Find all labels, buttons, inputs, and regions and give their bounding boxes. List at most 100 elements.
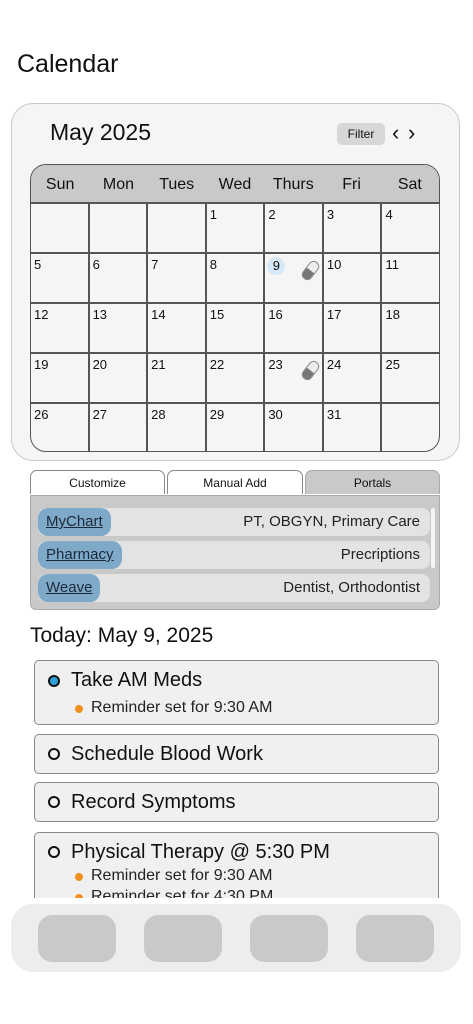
chevron-right-icon[interactable]: ›	[408, 120, 415, 146]
calendar-day-number: 26	[34, 407, 49, 422]
calendar-day-cell[interactable]: 11	[382, 254, 439, 302]
today-title: Today: May 9, 2025	[30, 624, 214, 647]
calendar-day-cell[interactable]: 4	[382, 204, 439, 252]
tab-portals[interactable]: Portals	[305, 470, 440, 494]
calendar-day-number: 8	[209, 257, 217, 272]
calendar-day-cell[interactable]: 23	[265, 354, 324, 402]
calendar-empty-cell	[382, 404, 439, 451]
calendar-day-cell[interactable]: 29	[207, 404, 266, 451]
portals-scrollbar[interactable]	[431, 508, 435, 568]
calendar-day-cell[interactable]: 10	[324, 254, 383, 302]
calendar-day-number: 28	[151, 407, 166, 422]
calendar-day-cell[interactable]: 19	[31, 354, 90, 402]
reminder-text: Reminder set for 9:30 AM	[74, 699, 273, 716]
calendar-day-number: 19	[34, 357, 49, 372]
nav-button-2[interactable]	[144, 915, 222, 962]
calendar-day-number: 1	[209, 207, 217, 222]
bottom-nav-bar	[11, 904, 461, 972]
nav-button-3[interactable]	[250, 915, 328, 962]
calendar-day-number: 24	[326, 357, 342, 372]
calendar-day-number: 21	[151, 357, 166, 372]
calendar-grid: Sun Mon Tues Wed Thurs Fri Sat 123456789…	[30, 164, 440, 452]
calendar-day-cell[interactable]: 21	[148, 354, 207, 402]
checkbox-icon[interactable]	[48, 748, 60, 760]
portal-row-weave: Weave Dentist, Orthodontist	[38, 574, 430, 602]
calendar-day-number: 13	[92, 307, 108, 322]
calendar-day-cell[interactable]: 16	[265, 304, 324, 352]
weekday-label: Wed	[218, 176, 252, 193]
calendar-day-number: 31	[326, 407, 342, 422]
calendar-day-number: 18	[385, 307, 400, 322]
calendar-day-cell[interactable]: 28	[148, 404, 207, 451]
calendar-empty-cell	[31, 204, 90, 252]
calendar-day-number: 25	[385, 357, 400, 372]
weekday-label: Fri	[342, 176, 361, 193]
calendar-day-number: 10	[326, 257, 342, 272]
pill-icon	[299, 358, 322, 383]
portal-link-mychart[interactable]: MyChart	[38, 508, 111, 536]
calendar-day-cell[interactable]: 25	[382, 354, 439, 402]
checkbox-icon[interactable]	[48, 846, 60, 858]
portal-link-weave[interactable]: Weave	[38, 574, 101, 602]
nav-button-1[interactable]	[38, 915, 116, 962]
calendar-day-cell[interactable]: 12	[31, 304, 90, 352]
nav-button-4[interactable]	[356, 915, 434, 962]
calendar-week-row: 19 20 21 22 23 24 25	[31, 354, 439, 404]
checkbox-icon[interactable]	[48, 675, 60, 687]
calendar-day-cell[interactable]: 26	[31, 404, 90, 451]
task-schedule-blood-work[interactable]: Schedule Blood Work	[34, 734, 439, 774]
calendar-day-cell[interactable]: 18	[382, 304, 439, 352]
calendar-week-row: 5 6 7 8 9 10 11	[31, 254, 439, 304]
calendar-day-number: 23	[268, 357, 283, 372]
weekday-label: Mon	[102, 176, 134, 193]
calendar-empty-cell	[90, 204, 149, 252]
calendar-day-number: 29	[209, 407, 225, 422]
calendar-day-cell[interactable]: 15	[207, 304, 266, 352]
calendar-day-cell[interactable]: 3	[324, 204, 383, 252]
task-take-am-meds[interactable]: Take AM Meds Reminder set for 9:30 AM	[34, 660, 439, 725]
calendar-day-cell[interactable]: 6	[90, 254, 149, 302]
calendar-day-cell[interactable]: 8	[207, 254, 266, 302]
calendar-day-cell[interactable]: 9	[265, 254, 324, 302]
calendar-empty-cell	[148, 204, 207, 252]
calendar-day-cell[interactable]: 31	[324, 404, 383, 451]
weekday-label: Sat	[397, 176, 422, 193]
calendar-day-number: 16	[268, 307, 283, 322]
tab-customize[interactable]: Customize	[30, 470, 165, 494]
calendar-day-number: 14	[151, 307, 166, 322]
portals-panel: MyChart PT, OBGYN, Primary Care Pharmacy…	[30, 495, 440, 610]
weekday-label: Sun	[45, 176, 75, 193]
calendar-day-cell[interactable]: 1	[207, 204, 266, 252]
portal-link-pharmacy[interactable]: Pharmacy	[38, 541, 122, 569]
calendar-day-number: 7	[151, 257, 159, 272]
calendar-day-number: 4	[385, 207, 393, 222]
calendar-day-cell[interactable]: 13	[90, 304, 149, 352]
task-label: Physical Therapy @ 5:30 PM	[71, 841, 330, 863]
calendar-day-cell[interactable]: 22	[207, 354, 266, 402]
calendar-day-cell[interactable]: 17	[324, 304, 383, 352]
calendar-day-number: 22	[209, 357, 225, 372]
chevron-left-icon[interactable]: ‹	[392, 120, 399, 146]
calendar-day-cell[interactable]: 24	[324, 354, 383, 402]
calendar-day-cell[interactable]: 30	[265, 404, 324, 451]
task-label: Schedule Blood Work	[71, 743, 263, 765]
weekday-label: Thurs	[272, 176, 314, 193]
checkbox-icon[interactable]	[48, 796, 60, 808]
calendar-day-cell[interactable]: 20	[90, 354, 149, 402]
portal-desc: Dentist, Orthodontist	[283, 579, 420, 596]
calendar-day-number: 30	[268, 407, 283, 422]
tab-bar: Customize Manual Add Portals	[30, 470, 440, 495]
tab-manual-add[interactable]: Manual Add	[167, 470, 303, 494]
task-record-symptoms[interactable]: Record Symptoms	[34, 782, 439, 822]
calendar-day-cell[interactable]: 27	[90, 404, 149, 451]
calendar-day-cell[interactable]: 2	[265, 204, 324, 252]
calendar-day-cell[interactable]: 14	[148, 304, 207, 352]
calendar-day-cell[interactable]: 5	[31, 254, 90, 302]
weekday-label: Tues	[159, 176, 195, 193]
calendar-day-cell[interactable]: 7	[148, 254, 207, 302]
calendar-week-row: 12 13 14 15 16 17 18	[31, 304, 439, 354]
calendar-day-number: 15	[209, 307, 225, 322]
calendar-day-number: 6	[92, 257, 100, 272]
calendar-day-number: 11	[385, 257, 399, 272]
filter-button[interactable]: Filter	[337, 123, 385, 145]
